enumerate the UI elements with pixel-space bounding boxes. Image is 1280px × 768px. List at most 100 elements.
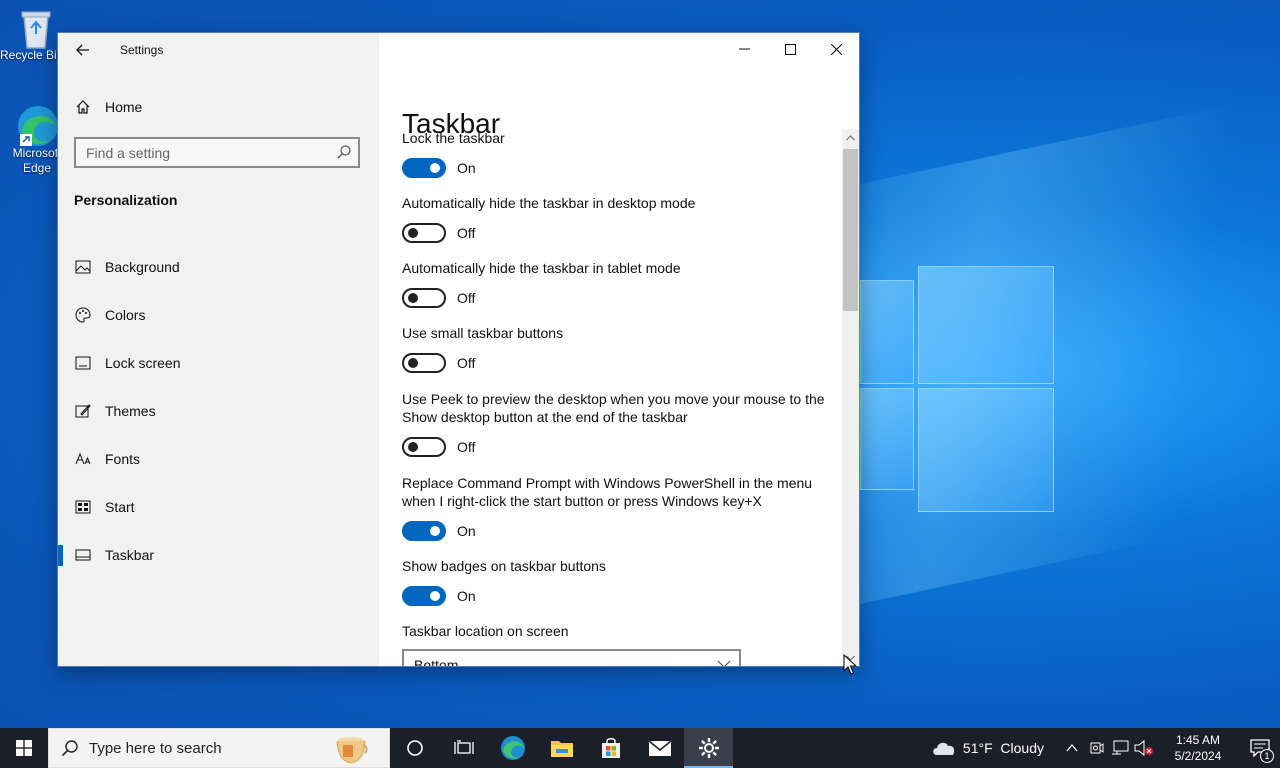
setting-label: Show badges on taskbar buttons	[402, 558, 606, 574]
toggle-autohide-tablet[interactable]	[402, 288, 446, 308]
taskbar-mail-button[interactable]	[635, 728, 684, 768]
sidebar-item-lock-screen[interactable]: Lock screen	[58, 339, 379, 387]
toggle-small-buttons[interactable]	[402, 353, 446, 373]
setting-label: Automatically hide the taskbar in tablet…	[402, 260, 681, 276]
settings-list: Lock the taskbar On Automatically hide t…	[402, 129, 832, 666]
chevron-up-icon	[1066, 744, 1078, 752]
sidebar-item-label: Home	[105, 99, 143, 115]
setting-label: Automatically hide the taskbar in deskto…	[402, 195, 696, 211]
weather-text: 51°F Cloudy	[962, 740, 1044, 756]
fonts-icon	[74, 450, 92, 468]
clock-date: 5/2/2024	[1174, 749, 1222, 763]
task-view-icon	[453, 740, 474, 754]
start-button[interactable]	[0, 728, 48, 768]
setting-autohide-tablet: Automatically hide the taskbar in tablet…	[402, 259, 832, 308]
setting-label: Use small taskbar buttons	[402, 325, 564, 341]
home-icon	[74, 98, 92, 116]
meet-now-button[interactable]	[1084, 728, 1108, 768]
sidebar-item-label: Colors	[105, 307, 146, 323]
notification-badge: 1	[1260, 749, 1274, 763]
minimize-icon	[738, 48, 750, 50]
taskbar-edge-button[interactable]	[488, 728, 537, 768]
scroll-up-button[interactable]	[842, 129, 859, 146]
taskbar-file-explorer-button[interactable]	[537, 728, 586, 768]
toggle-powershell[interactable]	[402, 521, 446, 541]
sidebar-item-start[interactable]: Start	[58, 483, 379, 531]
start-icon	[74, 498, 92, 516]
sidebar-nav: Background Colors Lock screen Themes Fon…	[58, 243, 379, 579]
taskbar-location-dropdown[interactable]: Bottom	[402, 649, 741, 666]
maximize-button[interactable]	[767, 33, 813, 65]
sidebar-item-themes[interactable]: Themes	[58, 387, 379, 435]
toggle-lock-taskbar[interactable]	[402, 158, 446, 178]
store-bag-icon	[601, 738, 620, 758]
toggle-state: On	[457, 588, 476, 604]
scroll-thumb[interactable]	[843, 149, 858, 311]
network-icon	[1112, 740, 1129, 755]
toggle-state: Off	[457, 439, 476, 455]
action-center-button[interactable]: 1	[1240, 728, 1280, 768]
settings-sidebar: Settings Home Personalization Background…	[58, 33, 379, 666]
meet-now-icon	[1090, 742, 1104, 754]
sidebar-item-colors[interactable]: Colors	[58, 291, 379, 339]
setting-label: Replace Command Prompt with Windows Powe…	[402, 475, 813, 509]
windows-logo-icon	[16, 740, 32, 756]
setting-autohide-desktop: Automatically hide the taskbar in deskto…	[402, 194, 832, 243]
cloud-icon	[933, 742, 955, 755]
chevron-up-icon	[846, 134, 855, 140]
vertical-scrollbar[interactable]	[842, 129, 859, 666]
gear-icon	[698, 738, 719, 758]
taskbar-store-button[interactable]	[586, 728, 635, 768]
show-hidden-icons-button[interactable]	[1060, 728, 1084, 768]
dropdown-value: Bottom	[414, 657, 459, 666]
task-view-cortana-button[interactable]	[390, 728, 439, 768]
mouse-cursor-icon	[843, 654, 857, 675]
taskbar-icon	[74, 546, 92, 564]
find-setting-input[interactable]	[76, 139, 336, 166]
minimize-button[interactable]	[721, 33, 767, 65]
lock-screen-icon	[74, 354, 92, 372]
setting-powershell: Replace Command Prompt with Windows Powe…	[402, 474, 832, 541]
network-button[interactable]	[1108, 728, 1132, 768]
close-icon	[830, 43, 842, 55]
toggle-state: Off	[457, 290, 476, 306]
clock[interactable]: 1:45 AM 5/2/2024	[1162, 732, 1234, 764]
cortana-circle-icon	[406, 740, 423, 756]
toggle-peek[interactable]	[402, 437, 446, 457]
app-title: Settings	[120, 43, 164, 57]
taskbar-search-placeholder: Type here to search	[89, 739, 222, 757]
setting-peek: Use Peek to preview the desktop when you…	[402, 390, 832, 457]
themes-icon	[74, 402, 92, 420]
toggle-autohide-desktop[interactable]	[402, 223, 446, 243]
weather-widget[interactable]: 51°F Cloudy	[931, 739, 1044, 757]
title-bar: Settings	[58, 33, 379, 67]
back-button[interactable]	[68, 39, 98, 61]
close-button[interactable]	[813, 33, 859, 65]
clock-time: 1:45 AM	[1175, 733, 1221, 747]
toggle-badges[interactable]	[402, 586, 446, 606]
taskbar: Type here to search 51°F Cloudy 1:45 AM …	[0, 728, 1280, 768]
toggle-state: On	[457, 160, 476, 176]
sidebar-item-label: Themes	[105, 403, 156, 419]
setting-label: Lock the taskbar	[402, 130, 505, 146]
sidebar-item-fonts[interactable]: Fonts	[58, 435, 379, 483]
image-icon	[74, 258, 92, 276]
edge-icon	[16, 104, 58, 146]
find-setting-box[interactable]	[74, 137, 360, 168]
sidebar-item-background[interactable]: Background	[58, 243, 379, 291]
volume-muted-icon	[1134, 740, 1153, 756]
sidebar-item-label: Fonts	[105, 451, 141, 467]
sidebar-item-taskbar[interactable]: Taskbar	[58, 531, 379, 579]
desktop-windows-logo	[860, 258, 1054, 512]
sidebar-item-home[interactable]: Home	[74, 96, 142, 118]
maximize-icon	[784, 43, 796, 55]
volume-button[interactable]	[1132, 728, 1156, 768]
system-tray: 51°F Cloudy 1:45 AM 5/2/2024 1	[931, 728, 1280, 768]
taskbar-search-box[interactable]: Type here to search	[48, 728, 390, 768]
taskbar-settings-button[interactable]	[684, 728, 733, 768]
task-view-button[interactable]	[439, 728, 488, 768]
caption-buttons	[721, 33, 859, 65]
settings-content: Taskbar Lock the taskbar On Automaticall…	[379, 33, 859, 666]
toggle-state: Off	[457, 355, 476, 371]
toggle-state: On	[457, 523, 476, 539]
